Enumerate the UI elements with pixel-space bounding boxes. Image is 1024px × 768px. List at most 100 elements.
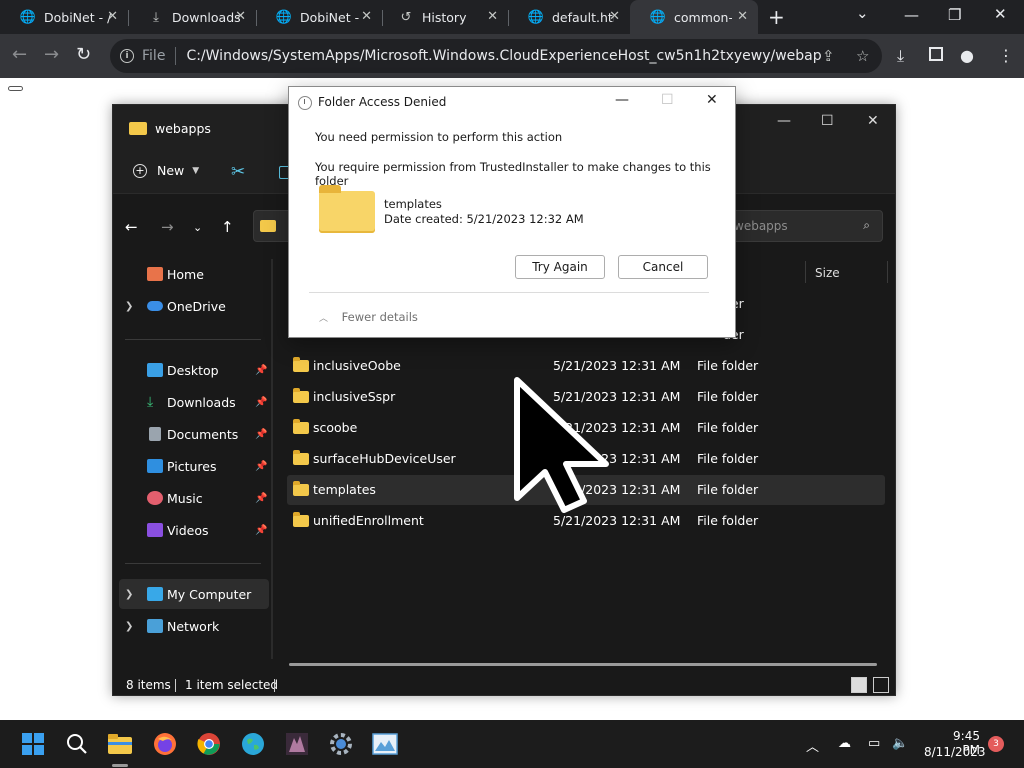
restore-icon[interactable]: ❐ <box>948 6 961 24</box>
tab-history[interactable]: ↺ History ✕ <box>378 0 508 34</box>
notification-badge[interactable]: 3 <box>988 736 1004 752</box>
sidebar-item-label: Desktop <box>167 362 219 378</box>
sidebar-item-videos[interactable]: Videos 📌 <box>113 515 273 545</box>
new-tab-icon[interactable]: + <box>768 5 785 29</box>
close-icon[interactable]: ✕ <box>107 9 118 24</box>
download-icon: ⤓ <box>153 9 159 25</box>
cancel-button[interactable]: Cancel <box>618 255 708 279</box>
show-hidden-icons-chevron-icon[interactable]: ︿ <box>806 736 819 755</box>
file-type: File folder <box>697 358 759 373</box>
chevron-right-icon[interactable]: ❯ <box>125 589 133 600</box>
cut-icon[interactable]: ✂ <box>231 162 245 182</box>
maximize-icon[interactable]: ☐ <box>821 113 834 129</box>
column-separator[interactable] <box>805 261 806 283</box>
url-scheme: File <box>142 48 166 64</box>
sidebar-item-home[interactable]: Home <box>113 259 273 289</box>
tab-dobinet-1[interactable]: 🌐 DobiNet - / ✕ <box>0 0 128 34</box>
reload-icon[interactable]: ↻ <box>76 44 91 65</box>
sidebar-item-desktop[interactable]: Desktop 📌 <box>113 355 273 385</box>
details-view-icon[interactable] <box>851 677 867 693</box>
volume-icon[interactable]: 🔈 <box>892 736 908 751</box>
fewer-details-toggle[interactable]: ︿ Fewer details <box>319 310 418 324</box>
tab-label: DobiNet - / <box>300 9 362 25</box>
sidebar-item-network[interactable]: ❯ Network <box>113 611 273 641</box>
computer-icon <box>147 587 163 601</box>
browser-toolbar: ← → ↻ i File C:/Windows/SystemApps/Micro… <box>0 34 1024 78</box>
start-windows-icon[interactable] <box>20 731 46 757</box>
minimize-icon[interactable]: — <box>777 113 791 129</box>
close-icon[interactable]: ✕ <box>609 9 620 24</box>
pin-icon[interactable]: 📌 <box>255 365 267 376</box>
game-app-icon[interactable] <box>284 731 310 757</box>
close-icon[interactable]: ✕ <box>487 9 498 24</box>
chevron-right-icon[interactable]: ❯ <box>125 301 133 312</box>
back-arrow-icon[interactable]: ← <box>125 218 138 236</box>
sidebar-item-my-computer[interactable]: ❯ My Computer <box>119 579 269 609</box>
chevron-right-icon[interactable]: ❯ <box>125 621 133 632</box>
profile-icon[interactable]: ● <box>960 46 974 65</box>
close-window-icon[interactable]: ✕ <box>994 5 1007 23</box>
close-icon[interactable]: ✕ <box>867 113 879 129</box>
tiles-view-icon[interactable] <box>873 677 889 693</box>
horizontal-scrollbar[interactable] <box>289 663 877 666</box>
explorer-sidebar: Home ❯ OneDrive Desktop 📌 ⤓ Downloads 📌 … <box>113 259 273 669</box>
sidebar-item-onedrive[interactable]: ❯ OneDrive <box>113 291 273 321</box>
display-icon[interactable]: ▭ <box>868 736 880 751</box>
dialog-message-trustedinstaller: You require permission from TrustedInsta… <box>315 160 711 188</box>
explorer-search-box[interactable]: webapps ⌕ <box>725 210 883 242</box>
minimize-icon[interactable]: — <box>615 92 629 108</box>
close-icon[interactable]: ✕ <box>706 92 718 108</box>
minimize-icon[interactable]: — <box>904 6 919 24</box>
clock-date[interactable]: 8/11/2023 <box>924 745 986 759</box>
photos-app-icon[interactable] <box>372 731 398 757</box>
column-separator[interactable] <box>887 261 888 283</box>
column-size-header[interactable]: Size <box>815 259 840 287</box>
tab-label: Downloads <box>172 9 241 25</box>
forward-arrow-icon[interactable]: → <box>161 218 174 236</box>
menu-dots-icon[interactable]: ⋮ <box>998 46 1014 65</box>
globe-app-icon[interactable] <box>240 731 266 757</box>
tab-downloads[interactable]: ⤓ Downloads ✕ <box>128 0 256 34</box>
search-icon[interactable] <box>64 731 90 757</box>
pin-icon[interactable]: 📌 <box>255 397 267 408</box>
tab-default-htm[interactable]: 🌐 default.htm ✕ <box>508 0 630 34</box>
pin-icon[interactable]: 📌 <box>255 429 267 440</box>
back-arrow-icon[interactable]: ← <box>12 44 27 65</box>
pin-icon[interactable]: 📌 <box>255 525 267 536</box>
network-disconnected-icon[interactable]: ☁ <box>838 736 851 751</box>
forward-arrow-icon[interactable]: → <box>44 44 59 65</box>
sidebar-item-downloads[interactable]: ⤓ Downloads 📌 <box>113 387 273 417</box>
close-icon[interactable]: ✕ <box>737 9 748 24</box>
dialog-folder-name: templates <box>384 197 442 211</box>
pin-icon[interactable]: 📌 <box>255 493 267 504</box>
side-panel-icon[interactable] <box>929 47 943 61</box>
tab-search-chevron-icon[interactable]: ⌄ <box>856 4 869 22</box>
firefox-icon[interactable] <box>152 731 178 757</box>
dialog-message-permission: You need permission to perform this acti… <box>315 130 563 144</box>
folder-icon <box>293 419 309 434</box>
share-icon[interactable]: ⇪ <box>822 47 835 65</box>
up-arrow-icon[interactable]: ↑ <box>221 218 234 236</box>
address-bar[interactable]: i File C:/Windows/SystemApps/Microsoft.W… <box>110 39 882 73</box>
downloads-icon[interactable]: ⤓ <box>897 46 904 66</box>
settings-gear-icon[interactable] <box>328 731 354 757</box>
info-icon[interactable]: i <box>120 49 134 63</box>
sidebar-item-documents[interactable]: Documents 📌 <box>113 419 273 449</box>
tab-common-active[interactable]: 🌐 common-b ✕ <box>630 0 758 34</box>
sidebar-scrollbar[interactable] <box>271 259 273 659</box>
close-icon[interactable]: ✕ <box>235 9 246 24</box>
sidebar-item-music[interactable]: Music 📌 <box>113 483 273 513</box>
file-explorer-icon[interactable] <box>107 731 133 757</box>
url-text[interactable]: C:/Windows/SystemApps/Microsoft.Windows.… <box>186 48 822 64</box>
try-again-button[interactable]: Try Again <box>515 255 605 279</box>
sidebar-item-pictures[interactable]: Pictures 📌 <box>113 451 273 481</box>
bookmark-star-icon[interactable]: ☆ <box>856 47 869 65</box>
new-button[interactable]: + New ▼ <box>133 163 199 178</box>
browser-tab-bar: 🌐 DobiNet - / ✕ ⤓ Downloads ✕ 🌐 DobiNet … <box>0 0 1024 34</box>
file-name: templates <box>313 482 376 497</box>
close-icon[interactable]: ✕ <box>361 9 372 24</box>
recent-locations-chevron-icon[interactable]: ⌄ <box>193 221 202 234</box>
chrome-icon[interactable] <box>196 731 222 757</box>
tab-dobinet-2[interactable]: 🌐 DobiNet - / ✕ <box>256 0 382 34</box>
pin-icon[interactable]: 📌 <box>255 461 267 472</box>
